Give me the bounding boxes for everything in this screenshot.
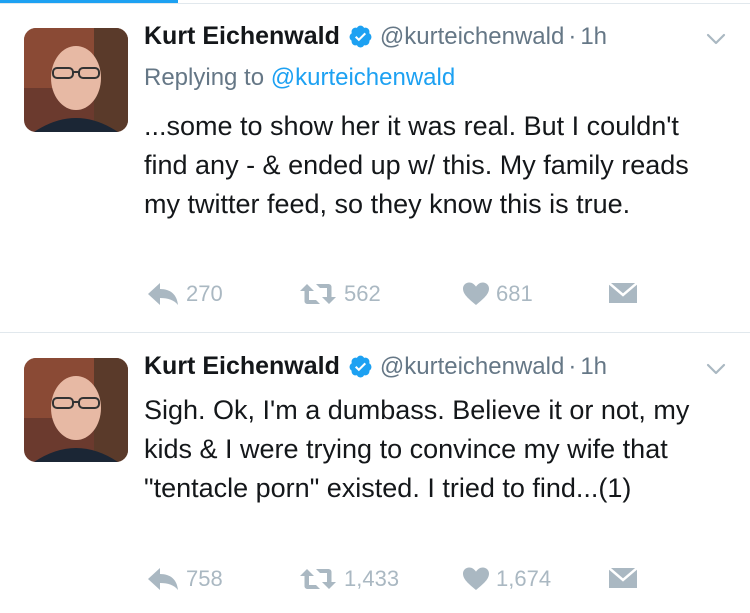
heart-icon xyxy=(462,566,490,592)
reply-count: 270 xyxy=(186,281,223,306)
envelope-icon xyxy=(608,566,638,590)
author-handle[interactable]: @kurteichenwald xyxy=(380,23,564,51)
tweet-header: Kurt Eichenwald @kurteichenwald · 1h xyxy=(144,22,607,51)
replying-to-handle-link[interactable]: @kurteichenwald xyxy=(271,64,455,91)
separator-dot: · xyxy=(568,22,577,50)
heart-icon xyxy=(462,281,490,307)
envelope-icon xyxy=(608,281,638,305)
like-count: 1,674 xyxy=(496,566,552,591)
chevron-down-icon[interactable] xyxy=(704,30,728,48)
reply-icon xyxy=(146,566,180,592)
author-handle[interactable]: @kurteichenwald xyxy=(380,353,564,381)
retweet-icon xyxy=(298,566,338,592)
direct-message-button[interactable] xyxy=(608,566,638,590)
author-name[interactable]: Kurt Eichenwald xyxy=(144,22,340,51)
retweet-button[interactable]: 1,433 xyxy=(298,566,399,592)
retweet-count: 1,433 xyxy=(344,566,400,591)
tweet-actions: 758 1,433 1,674 xyxy=(146,566,666,600)
reply-button[interactable]: 758 xyxy=(146,566,223,592)
like-button[interactable]: 1,674 xyxy=(462,566,551,592)
separator-dot: · xyxy=(568,352,577,380)
reply-icon xyxy=(146,281,180,307)
avatar[interactable] xyxy=(24,358,128,462)
like-button[interactable]: 681 xyxy=(462,281,533,307)
verified-badge-icon xyxy=(348,354,373,379)
timestamp[interactable]: 1h xyxy=(580,353,607,381)
tweet-header: Kurt Eichenwald @kurteichenwald · 1h xyxy=(144,352,607,381)
reply-button[interactable]: 270 xyxy=(146,281,223,307)
replying-to-label: Replying to xyxy=(144,64,265,91)
retweet-button[interactable]: 562 xyxy=(298,281,381,307)
retweet-count: 562 xyxy=(344,281,381,306)
chevron-down-icon[interactable] xyxy=(704,360,728,378)
tweet[interactable]: Kurt Eichenwald @kurteichenwald · 1h Sig… xyxy=(0,334,750,613)
verified-badge-icon xyxy=(348,24,373,49)
like-count: 681 xyxy=(496,281,533,306)
timestamp[interactable]: 1h xyxy=(580,23,607,51)
direct-message-button[interactable] xyxy=(608,281,638,305)
replying-to: Replying to @kurteichenwald xyxy=(144,64,455,92)
tweet-text: ...some to show her it was real. But I c… xyxy=(144,111,689,219)
author-name[interactable]: Kurt Eichenwald xyxy=(144,352,340,381)
avatar[interactable] xyxy=(24,28,128,132)
tweet[interactable]: Kurt Eichenwald @kurteichenwald · 1h Rep… xyxy=(0,4,750,331)
retweet-icon xyxy=(298,281,338,307)
tweet-actions: 270 562 681 xyxy=(146,281,666,315)
reply-count: 758 xyxy=(186,566,223,591)
tweet-divider xyxy=(0,332,750,333)
tweet-text: Sigh. Ok, I'm a dumbass. Believe it or n… xyxy=(144,395,690,503)
